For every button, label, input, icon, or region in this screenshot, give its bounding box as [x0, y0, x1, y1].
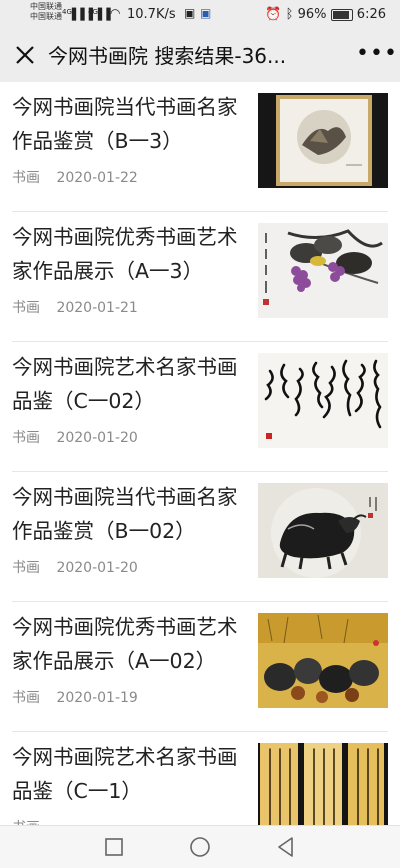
result-title: 今网书画院优秀书画艺术家作品展示（A一02）: [12, 615, 238, 673]
result-item[interactable]: 今网书画院优秀书画艺术家作品展示（A一3） 书画 2020-01-21: [0, 212, 400, 342]
more-button[interactable]: •••: [356, 42, 397, 70]
navigation-bar: [0, 825, 400, 868]
result-category: 书画: [12, 690, 40, 706]
result-category: 书画: [12, 430, 40, 446]
result-meta: 书画 2020-01-19: [12, 687, 138, 707]
back-button[interactable]: [274, 835, 298, 859]
result-meta: 书画 2020-01-20: [12, 427, 138, 447]
close-icon: [16, 46, 34, 64]
result-date: 2020-01-19: [56, 690, 138, 706]
wifi-icon: ◠: [110, 6, 121, 20]
battery-percent: 96%: [297, 7, 327, 22]
status-bar: 中国联通 中国联通 4G▌▌▌ 4G▌▌ ◠ 10.7K/s ▣ ▣ ⏰ ᛒ 9…: [0, 0, 400, 30]
more-icon: •••: [356, 41, 398, 66]
home-button[interactable]: [188, 835, 212, 859]
result-item[interactable]: 今网书画院当代书画名家作品鉴赏（B一02） 书画 2020-01-20: [0, 472, 400, 602]
close-button[interactable]: [10, 39, 40, 71]
result-title: 今网书画院当代书画名家作品鉴赏（B一3）: [12, 95, 238, 153]
result-item[interactable]: 今网书画院艺术名家书画品鉴（C一1） 书画: [0, 732, 400, 825]
result-title: 今网书画院艺术名家书画品鉴（C一1）: [12, 745, 238, 803]
result-item[interactable]: 今网书画院艺术名家书画品鉴（C一02） 书画 2020-01-20: [0, 342, 400, 472]
result-date: 2020-01-21: [56, 300, 138, 316]
result-item[interactable]: 今网书画院优秀书画艺术家作品展示（A一02） 书画 2020-01-19: [0, 602, 400, 732]
grapes-painting-image[interactable]: [258, 223, 388, 318]
clock: 6:26: [356, 7, 386, 22]
result-category: 书画: [12, 170, 40, 186]
battery-icon: [330, 8, 353, 21]
result-item[interactable]: 今网书画院当代书画名家作品鉴赏（B一3） 书画 2020-01-22: [0, 82, 400, 212]
square-icon: [105, 838, 123, 856]
chicks-painting-image[interactable]: [258, 613, 388, 708]
page-title: 今网书画院 搜索结果-36...: [48, 44, 287, 68]
search-results-list[interactable]: 今网书画院当代书画名家作品鉴赏（B一3） 书画 2020-01-22 今网书画院…: [0, 82, 400, 825]
network-2-label: 4G: [88, 8, 98, 16]
calligraphy-image[interactable]: [258, 353, 388, 448]
result-meta: 书画: [12, 817, 52, 825]
triangle-back-icon: [278, 837, 293, 857]
title-bar: 今网书画院 搜索结果-36... •••: [0, 30, 400, 82]
app-notification-icon: ▣: [184, 6, 196, 20]
result-category: 书画: [12, 300, 40, 316]
result-meta: 书画 2020-01-20: [12, 557, 138, 577]
recents-button[interactable]: [102, 835, 126, 859]
result-title: 今网书画院当代书画名家作品鉴赏（B一02）: [12, 485, 238, 543]
net-speed: 10.7K/s: [127, 7, 176, 22]
framed-painting-image[interactable]: [258, 93, 388, 188]
result-date: 2020-01-20: [56, 430, 138, 446]
result-date: 2020-01-22: [56, 170, 138, 186]
carrier-labels: 中国联通 中国联通: [30, 2, 62, 22]
result-meta: 书画 2020-01-21: [12, 297, 138, 317]
result-title: 今网书画院艺术名家书画品鉴（C一02）: [12, 355, 238, 413]
bluetooth-icon: ᛒ: [285, 7, 294, 22]
result-meta: 书画 2020-01-22: [12, 167, 138, 187]
result-category: 书画: [12, 560, 40, 576]
app-notification-icon-2: ▣: [200, 6, 212, 20]
network-1-label: 4G: [62, 8, 72, 16]
alarm-icon: ⏰: [265, 7, 282, 22]
gold-calligraphy-image[interactable]: [258, 743, 388, 825]
yak-painting-image[interactable]: [258, 483, 388, 578]
result-date: 2020-01-20: [56, 560, 138, 576]
carrier-1: 中国联通: [30, 2, 62, 11]
circle-icon: [190, 837, 210, 857]
carrier-2: 中国联通: [30, 12, 62, 21]
result-title: 今网书画院优秀书画艺术家作品展示（A一3）: [12, 225, 238, 283]
status-right: ⏰ ᛒ 96% 6:26: [265, 7, 386, 22]
